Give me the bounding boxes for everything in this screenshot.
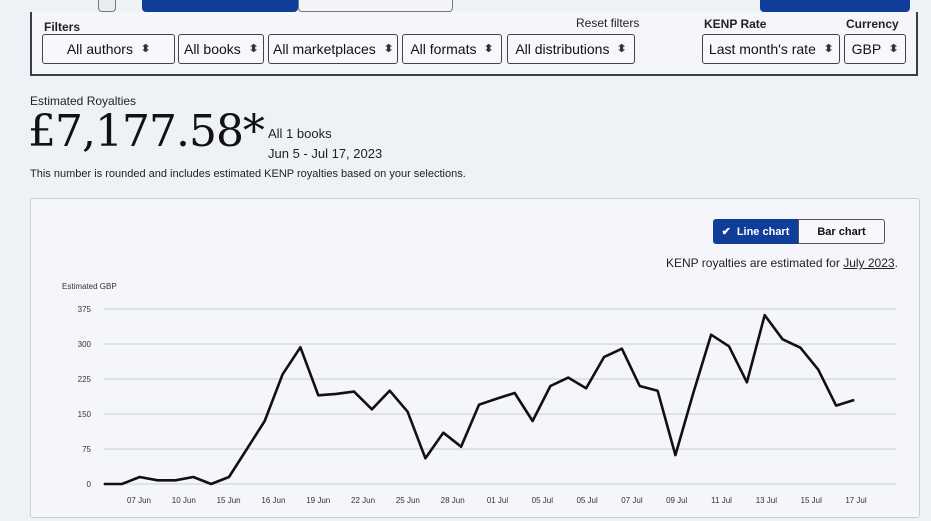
royalties-series-line bbox=[104, 313, 855, 486]
y-tick-label: 225 bbox=[78, 375, 92, 384]
data-point bbox=[567, 377, 569, 379]
x-tick-label: 16 Jun bbox=[261, 496, 285, 505]
data-point bbox=[103, 483, 105, 485]
data-point bbox=[478, 404, 480, 406]
data-point bbox=[621, 348, 623, 350]
data-point bbox=[317, 394, 319, 396]
y-tick-label: 150 bbox=[78, 410, 92, 419]
data-point bbox=[192, 476, 194, 478]
x-tick-label: 09 Jul bbox=[666, 496, 688, 505]
data-point bbox=[514, 392, 516, 394]
data-point bbox=[335, 393, 337, 395]
data-point bbox=[496, 398, 498, 400]
data-point bbox=[228, 476, 230, 478]
data-point bbox=[246, 448, 248, 450]
data-point bbox=[389, 390, 391, 392]
y-tick-label: 0 bbox=[87, 480, 92, 489]
data-point bbox=[424, 457, 427, 459]
data-point bbox=[764, 314, 766, 316]
x-tick-label: 28 Jun bbox=[441, 496, 465, 505]
data-point bbox=[460, 446, 462, 448]
x-tick-label: 13 Jul bbox=[756, 496, 778, 505]
x-tick-label: 05 Jul bbox=[576, 496, 598, 505]
data-point bbox=[353, 391, 355, 393]
data-point bbox=[442, 432, 444, 434]
data-point bbox=[853, 399, 855, 401]
x-tick-label: 15 Jun bbox=[217, 496, 241, 505]
data-point bbox=[799, 347, 802, 349]
y-axis-label: Estimated GBP bbox=[62, 282, 117, 291]
data-point bbox=[746, 381, 748, 383]
y-tick-label: 75 bbox=[82, 445, 91, 454]
data-point bbox=[781, 338, 784, 340]
data-point bbox=[156, 479, 159, 481]
data-point bbox=[531, 420, 534, 422]
data-point bbox=[656, 390, 659, 392]
data-point bbox=[299, 346, 302, 348]
data-point bbox=[817, 369, 819, 371]
data-point bbox=[692, 392, 694, 394]
data-point bbox=[406, 411, 409, 413]
data-point bbox=[835, 405, 837, 407]
x-tick-label: 17 Jul bbox=[845, 496, 867, 505]
x-tick-label: 07 Jun bbox=[127, 496, 151, 505]
x-tick-label: 11 Jul bbox=[711, 496, 732, 505]
data-point bbox=[139, 476, 141, 478]
x-tick-label: 05 Jul bbox=[532, 496, 554, 505]
data-point bbox=[728, 345, 730, 347]
royalties-line-chart: Estimated GBP 0 75 150 225 300 375 07 Jun 10 Jun… bbox=[62, 282, 896, 505]
x-tick-label: 22 Jun bbox=[351, 496, 375, 505]
y-tick-label: 300 bbox=[78, 340, 92, 349]
x-tick-label: 19 Jun bbox=[306, 496, 330, 505]
y-tick-label: 375 bbox=[78, 305, 92, 314]
data-point bbox=[603, 356, 605, 358]
data-point bbox=[639, 385, 641, 387]
data-point bbox=[210, 483, 212, 485]
data-point bbox=[121, 483, 123, 485]
data-point bbox=[174, 479, 177, 481]
x-tick-label: 25 Jun bbox=[396, 496, 420, 505]
data-point bbox=[674, 454, 677, 456]
x-tick-label: 07 Jul bbox=[621, 496, 643, 505]
data-point bbox=[264, 420, 266, 422]
x-tick-label: 10 Jun bbox=[172, 496, 196, 505]
data-point bbox=[585, 387, 587, 389]
data-point bbox=[549, 385, 552, 387]
x-tick-label: 15 Jul bbox=[801, 496, 823, 505]
x-tick-label: 01 Jul bbox=[487, 496, 509, 505]
data-point bbox=[710, 334, 712, 336]
data-point bbox=[371, 408, 373, 410]
data-point bbox=[281, 373, 284, 375]
